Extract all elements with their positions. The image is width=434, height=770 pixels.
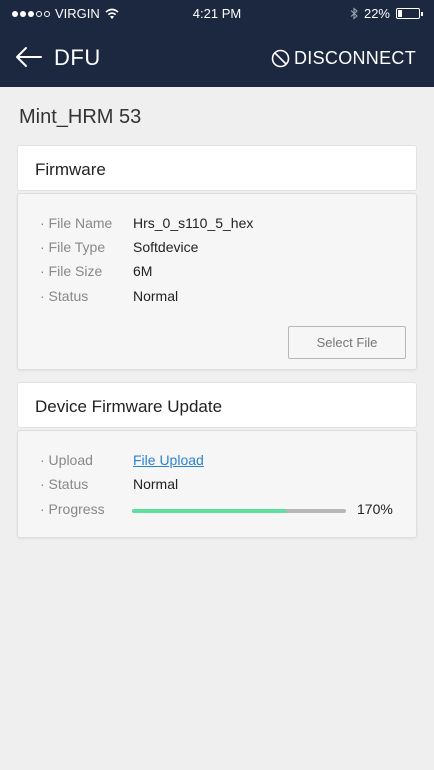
- firmware-card-body: · File Name Hrs_0_s110_5_hex · File Type…: [17, 193, 417, 370]
- file-type-label: · File Type: [40, 239, 106, 255]
- dfu-status-value: Normal: [133, 476, 179, 492]
- file-name-value: Hrs_0_s110_5_hex: [133, 215, 254, 231]
- progress-bar-fill: [132, 509, 287, 513]
- progress-label: · Progress: [40, 501, 105, 517]
- file-type-value: Softdevice: [133, 239, 199, 255]
- dfu-card-body: · Upload File Upload · Status Normal · P…: [17, 430, 417, 538]
- navigation-bar: DFU DISCONNECT: [0, 36, 434, 82]
- firmware-card-header: Firmware: [17, 145, 417, 191]
- disconnect-label: DISCONNECT: [293, 48, 416, 68]
- device-name: Mint_HRM 53: [19, 106, 142, 128]
- progress-bar: [132, 509, 346, 513]
- battery-icon: [396, 8, 423, 19]
- arrow-left-icon[interactable]: [14, 42, 44, 72]
- file-size-value: 6M: [133, 263, 153, 279]
- status-bar-right: 22%: [350, 6, 423, 21]
- upload-label: · Upload: [40, 452, 93, 468]
- file-size-label: · File Size: [40, 263, 103, 279]
- battery-level: [398, 10, 402, 17]
- app-header: VIRGIN 4:21 PM 22% DFU DISCONNECT: [0, 0, 434, 87]
- firmware-status-value: Normal: [133, 288, 179, 304]
- dfu-card-header: Device Firmware Update: [17, 382, 417, 428]
- prohibited-icon: [271, 49, 290, 68]
- page-title: DFU: [54, 45, 101, 70]
- dfu-status-label: · Status: [40, 476, 89, 492]
- disconnect-button[interactable]: DISCONNECT: [271, 48, 416, 69]
- select-file-button[interactable]: Select File: [288, 326, 406, 359]
- firmware-card-title: Firmware: [35, 160, 106, 179]
- status-bar: VIRGIN 4:21 PM 22%: [0, 0, 434, 28]
- file-name-label: · File Name: [40, 215, 113, 231]
- bluetooth-icon: [350, 7, 358, 20]
- battery-percentage: 22%: [363, 6, 390, 21]
- file-upload-link[interactable]: File Upload: [133, 452, 204, 468]
- dfu-card-title: Device Firmware Update: [35, 397, 223, 416]
- firmware-status-label: · Status: [40, 288, 89, 304]
- progress-percentage: 170%: [357, 501, 393, 517]
